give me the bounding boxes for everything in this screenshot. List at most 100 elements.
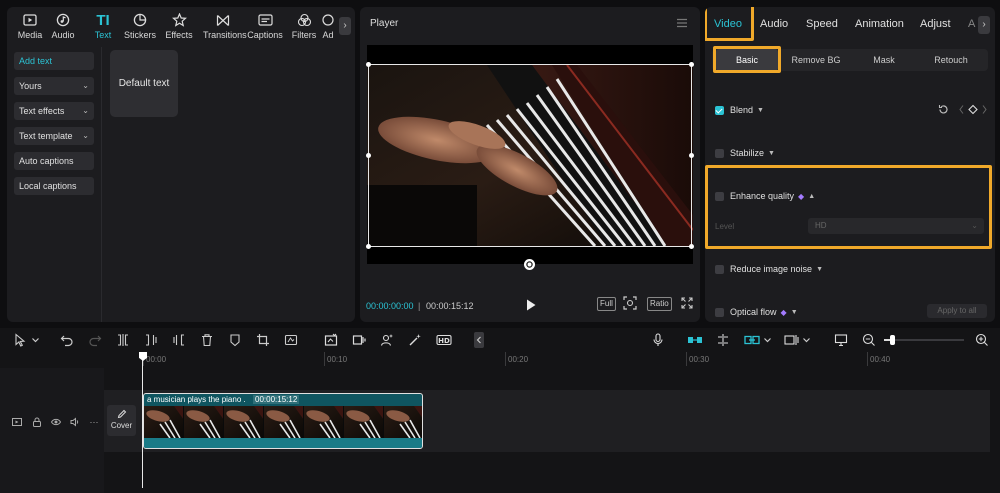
chevron-down-icon: ⌄ <box>82 106 89 115</box>
tab-speed[interactable]: Speed <box>806 18 838 30</box>
redo-icon[interactable] <box>88 333 102 347</box>
auto-snapping-icon[interactable] <box>716 333 730 347</box>
delete-icon[interactable] <box>200 333 214 347</box>
collapse-toolbar-icon[interactable] <box>474 332 484 348</box>
zoom-out-icon[interactable] <box>862 333 876 347</box>
more-icon[interactable]: ··· <box>89 417 99 427</box>
subtab-mask[interactable]: Mask <box>853 49 915 71</box>
marker-icon[interactable] <box>228 333 242 347</box>
button-label: Local captions <box>19 181 77 191</box>
video-clip[interactable]: a musician plays the piano . 00:00:15:12 <box>143 393 423 449</box>
tool-tab-label: Transitions <box>203 30 247 40</box>
tab-more[interactable]: A <box>968 18 975 30</box>
chevron-down-icon[interactable] <box>763 333 772 347</box>
keyframe-icon[interactable] <box>959 104 987 115</box>
fit-icon[interactable] <box>623 296 637 310</box>
fullscreen-icon[interactable] <box>681 297 693 309</box>
hd-icon[interactable]: HD <box>436 333 452 347</box>
extract-audio-icon[interactable] <box>352 333 366 347</box>
play-icon[interactable] <box>525 298 537 312</box>
text-template-dropdown[interactable]: Text template ⌄ <box>14 127 94 145</box>
ratio-button[interactable]: Ratio <box>647 297 672 311</box>
ruler-tick-label: 00:00 <box>146 355 167 364</box>
optical-flow-checkbox[interactable] <box>715 307 724 317</box>
auto-captions-button[interactable]: Auto captions <box>14 152 94 170</box>
reduce-noise-checkbox[interactable] <box>715 264 724 274</box>
full-button[interactable]: Full <box>597 297 616 311</box>
tool-tab-label: Stickers <box>123 30 156 40</box>
chevron-down-icon[interactable] <box>31 333 40 347</box>
tool-tab-adjust[interactable]: Ad <box>319 11 337 45</box>
split-icon[interactable] <box>116 333 130 347</box>
ruler-tick-label: 00:10 <box>327 355 348 364</box>
speaker-icon[interactable] <box>70 417 80 427</box>
local-captions-button[interactable]: Local captions <box>14 177 94 195</box>
lock-icon[interactable] <box>32 417 42 427</box>
zoom-slider-track[interactable] <box>884 335 964 345</box>
tool-tab-transitions[interactable]: Transitions <box>203 11 247 45</box>
stabilize-row[interactable]: Stabilize ▼ <box>715 146 775 160</box>
tab-audio[interactable]: Audio <box>760 18 788 30</box>
resize-handle[interactable] <box>689 244 694 249</box>
tool-tab-effects[interactable]: Effects <box>159 11 199 45</box>
resize-handle[interactable] <box>366 244 371 249</box>
blend-row[interactable]: Blend ▼ <box>715 103 764 117</box>
chevron-down-icon[interactable] <box>802 333 811 347</box>
resize-handle[interactable] <box>689 62 694 67</box>
resize-handle[interactable] <box>689 153 694 158</box>
select-cursor-icon[interactable] <box>13 333 27 347</box>
stabilize-checkbox[interactable] <box>715 148 724 158</box>
eye-icon[interactable] <box>51 417 61 427</box>
tool-tab-captions[interactable]: Captions <box>245 11 285 45</box>
crop-icon[interactable] <box>256 333 270 347</box>
reset-icon[interactable] <box>938 104 949 115</box>
auto-reframe-icon[interactable] <box>284 333 298 347</box>
chevron-right-icon[interactable]: › <box>339 17 351 35</box>
undo-icon[interactable] <box>60 333 74 347</box>
chevron-right-icon[interactable]: › <box>978 16 990 34</box>
tab-animation[interactable]: Animation <box>855 18 904 30</box>
zoom-slider-thumb[interactable] <box>890 335 895 345</box>
tool-tab-label: Filters <box>291 30 317 40</box>
adjust-icon <box>319 11 337 29</box>
clip-filmstrip <box>144 406 422 438</box>
tool-tab-stickers[interactable]: Stickers <box>120 11 160 45</box>
add-text-button[interactable]: Add text <box>14 52 94 70</box>
playhead[interactable] <box>142 356 143 488</box>
chevron-down-icon: ⌄ <box>82 81 89 90</box>
player-panel: Player 00:00:00:00 | 00:00:15:12 Full Ra… <box>360 7 700 322</box>
subtab-remove-bg[interactable]: Remove BG <box>785 49 847 71</box>
reduce-noise-row[interactable]: Reduce image noise ▼ <box>715 262 823 276</box>
subtab-retouch[interactable]: Retouch <box>920 49 982 71</box>
linkage-icon[interactable] <box>744 333 760 347</box>
highlight-box <box>705 165 992 249</box>
tool-tab-audio[interactable]: Audio <box>43 11 83 45</box>
resize-handle[interactable] <box>366 62 371 67</box>
yours-dropdown[interactable]: Yours ⌄ <box>14 77 94 95</box>
magic-edit-icon[interactable] <box>408 333 422 347</box>
tool-tab-filters[interactable]: Filters <box>284 11 324 45</box>
menu-icon[interactable] <box>676 18 688 28</box>
microphone-icon[interactable] <box>651 333 665 347</box>
selection-box[interactable] <box>366 62 694 249</box>
screen-icon[interactable] <box>834 333 848 347</box>
tool-tab-text[interactable]: TI Text <box>89 11 117 45</box>
cover-button[interactable]: Cover <box>107 405 136 436</box>
optical-flow-row[interactable]: Optical flow ◆ ▼ <box>715 305 798 319</box>
main-track-magnet-icon[interactable] <box>687 333 703 347</box>
split-left-icon[interactable] <box>144 333 158 347</box>
tab-adjust[interactable]: Adjust <box>920 18 951 30</box>
ai-avatar-icon[interactable] <box>380 333 394 347</box>
text-effects-dropdown[interactable]: Text effects ⌄ <box>14 102 94 120</box>
resize-handle[interactable] <box>366 153 371 158</box>
rotate-icon[interactable] <box>524 259 535 270</box>
preview-axis-icon[interactable] <box>784 333 800 347</box>
video-preview[interactable] <box>366 45 694 264</box>
ruler-tick-label: 00:30 <box>689 355 710 364</box>
apply-to-all-button[interactable]: Apply to all <box>927 304 987 318</box>
split-right-icon[interactable] <box>172 333 186 347</box>
cutout-icon[interactable] <box>324 333 338 347</box>
zoom-in-icon[interactable] <box>975 333 989 347</box>
default-text-card[interactable]: Default text <box>110 50 178 117</box>
blend-checkbox[interactable] <box>715 105 724 115</box>
